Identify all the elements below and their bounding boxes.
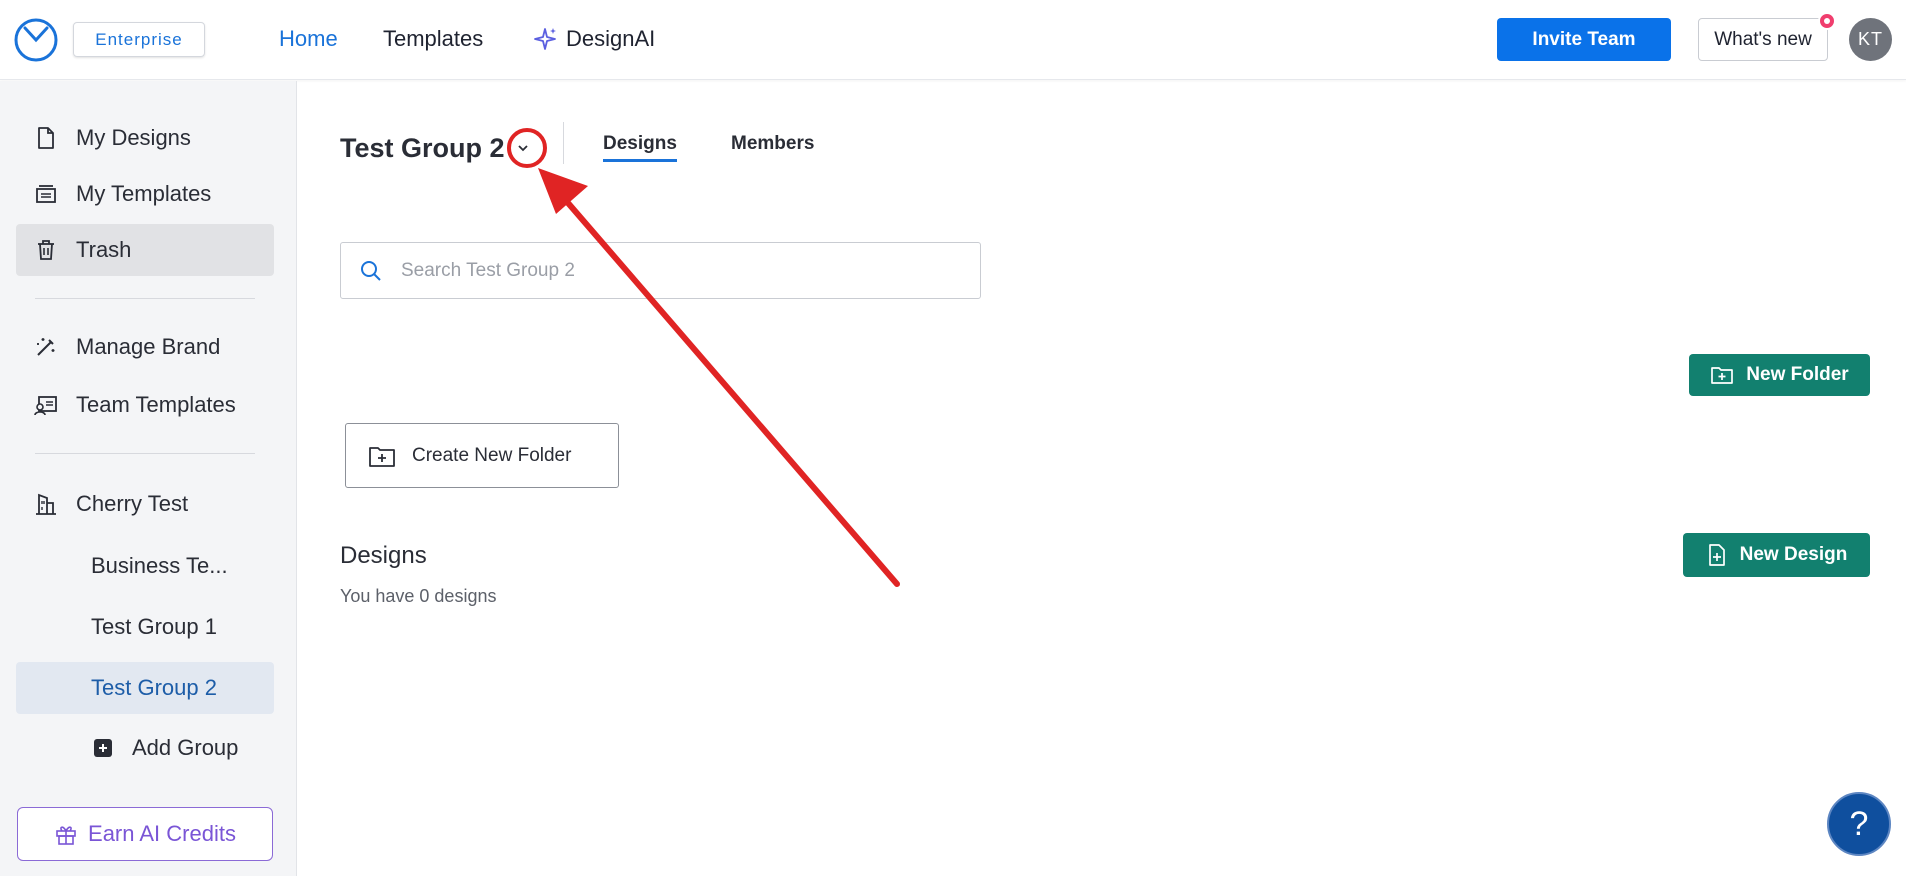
sidebar-item-label: My Designs — [76, 125, 191, 150]
create-new-folder-card[interactable]: Create New Folder — [345, 423, 619, 488]
invite-team-button[interactable]: Invite Team — [1497, 18, 1671, 61]
sidebar-item-label: Business Te... — [91, 553, 228, 578]
sidebar-item-label: My Templates — [76, 181, 212, 206]
tab-members[interactable]: Members — [731, 133, 814, 155]
sparkle-icon — [534, 28, 556, 50]
enterprise-badge: Enterprise — [73, 22, 205, 57]
file-plus-icon — [1708, 544, 1725, 566]
notification-dot — [1818, 12, 1836, 30]
nav-home[interactable]: Home — [279, 26, 338, 52]
sidebar-divider — [35, 298, 255, 299]
search-bar[interactable] — [340, 242, 981, 299]
sidebar-item-my-designs[interactable]: My Designs — [16, 112, 274, 164]
nav-designai-label: DesignAI — [566, 26, 656, 51]
sidebar-item-manage-brand[interactable]: Manage Brand — [16, 321, 274, 373]
sidebar-item-label: Test Group 1 — [91, 614, 217, 639]
new-folder-label: New Folder — [1746, 364, 1849, 385]
earn-ai-credits-button[interactable]: Earn AI Credits — [17, 807, 273, 861]
building-icon — [16, 491, 76, 517]
earn-ai-credits-label: Earn AI Credits — [88, 821, 236, 846]
whats-new-button[interactable]: What's new — [1698, 18, 1828, 61]
sidebar-item-group-1[interactable]: Test Group 1 — [16, 601, 274, 653]
search-input[interactable] — [401, 259, 961, 282]
designs-section-title: Designs — [340, 542, 427, 569]
new-design-label: New Design — [1739, 544, 1848, 565]
gift-icon — [56, 826, 76, 845]
sidebar-item-label: Manage Brand — [76, 334, 221, 359]
chevron-down-icon — [518, 145, 528, 152]
plus-square-icon — [94, 739, 112, 757]
new-folder-button[interactable]: New Folder — [1689, 354, 1870, 396]
sidebar-item-workspace[interactable]: Cherry Test — [16, 478, 274, 530]
sidebar-item-trash[interactable]: Trash — [16, 224, 274, 276]
sidebar-item-label: Trash — [76, 237, 132, 262]
sidebar-item-label: Cherry Test — [76, 491, 189, 516]
sidebar-item-label: Test Group 2 — [91, 675, 217, 700]
sidebar-item-my-templates[interactable]: My Templates — [16, 168, 274, 220]
top-header: Enterprise Home Templates DesignAI Invit… — [0, 0, 1906, 80]
sidebar-item-label: Add Group — [132, 735, 239, 760]
document-icon — [16, 126, 76, 150]
group-dropdown-toggle[interactable] — [512, 137, 534, 159]
help-button[interactable]: ? — [1827, 792, 1891, 856]
create-new-folder-label: Create New Folder — [412, 444, 572, 466]
tab-designs[interactable]: Designs — [603, 133, 677, 162]
template-icon — [16, 183, 76, 205]
folder-plus-icon — [369, 446, 395, 467]
team-template-icon — [16, 393, 76, 417]
sidebar-add-group[interactable]: Add Group — [16, 722, 274, 774]
magic-wand-icon — [16, 335, 76, 359]
user-avatar[interactable]: KT — [1849, 18, 1892, 61]
nav-designai[interactable]: DesignAI — [532, 26, 655, 52]
sidebar-item-group-business[interactable]: Business Te... — [16, 540, 274, 592]
sidebar-item-team-templates[interactable]: Team Templates — [16, 379, 274, 431]
page-title: Test Group 2 — [340, 133, 505, 163]
title-divider — [563, 122, 564, 164]
trash-icon — [16, 238, 76, 262]
folder-plus-icon — [1711, 367, 1734, 384]
nav-templates[interactable]: Templates — [383, 26, 483, 52]
app-logo-icon[interactable] — [13, 16, 59, 62]
designs-count-text: You have 0 designs — [340, 586, 497, 606]
sidebar-item-label: Team Templates — [76, 392, 236, 417]
sidebar-item-group-2[interactable]: Test Group 2 — [16, 662, 274, 714]
search-icon — [341, 259, 401, 283]
new-design-button[interactable]: New Design — [1683, 533, 1870, 577]
sidebar-divider — [35, 453, 255, 454]
annotation-arrow-head — [538, 168, 588, 214]
